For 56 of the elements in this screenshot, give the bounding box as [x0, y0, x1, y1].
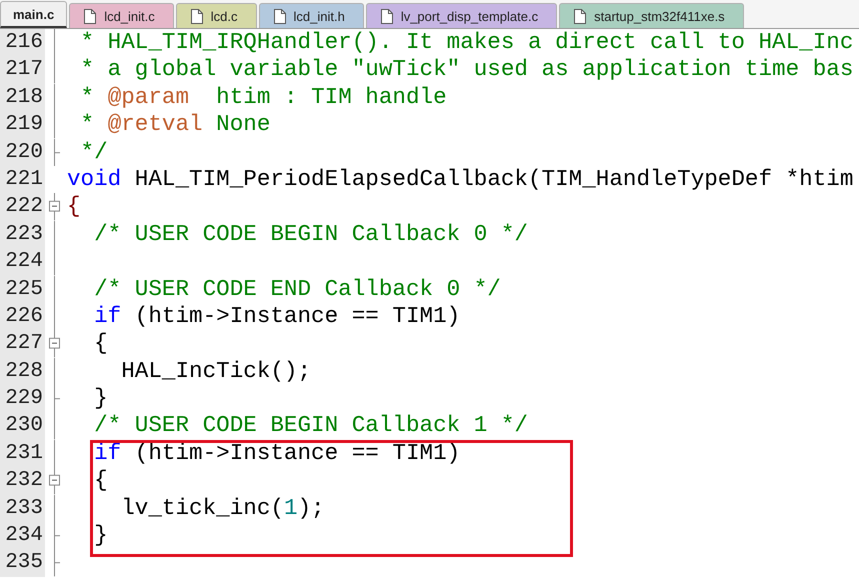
- line-number: 232: [0, 467, 45, 495]
- code-line: {: [66, 193, 81, 221]
- file-icon: [84, 8, 96, 24]
- line-number: 231: [0, 440, 45, 468]
- line-number: 221: [0, 166, 45, 194]
- line-number: 217: [0, 56, 45, 84]
- line-number: 225: [0, 276, 45, 303]
- line-number: 224: [0, 248, 45, 276]
- code-line: * a global variable "uwTick" used as application time bas: [80, 56, 854, 84]
- fold-guide-line: [54, 358, 55, 386]
- file-tab[interactable]: lv_port_disp_template.c: [366, 3, 558, 28]
- fold-guide-line: [54, 494, 55, 522]
- line-number: 234: [0, 522, 45, 550]
- file-icon: [190, 8, 203, 24]
- line-number: 220: [0, 138, 45, 166]
- code-line: /* USER CODE END Callback 0 */: [93, 276, 501, 303]
- file-icon: [574, 8, 586, 24]
- line-number: 216: [0, 29, 45, 56]
- fold-toggle-icon[interactable]: [49, 330, 60, 358]
- code-line: /* USER CODE BEGIN Callback 0 */: [93, 220, 528, 248]
- file-tab[interactable]: lcd.c: [176, 3, 256, 28]
- code-line: if (htim->Instance == TIM1): [93, 440, 460, 468]
- code-line: * HAL_TIM_IRQHandler(). It makes a direct call to HAL_Inc: [80, 29, 854, 56]
- code-line: HAL_IncTick();: [120, 358, 312, 386]
- fold-toggle-icon[interactable]: [49, 193, 60, 221]
- code-line: */: [80, 138, 108, 166]
- line-number: 218: [0, 84, 45, 112]
- code-line: {: [93, 330, 108, 358]
- file-tab[interactable]: lcd_init.c: [69, 3, 174, 28]
- fold-end-marker: [54, 385, 60, 412]
- file-tab[interactable]: main.c: [0, 1, 68, 28]
- line-number: 222: [0, 193, 45, 221]
- line-number: 219: [0, 111, 45, 139]
- line-number: 228: [0, 358, 45, 386]
- line-number: 233: [0, 494, 45, 522]
- line-number: 230: [0, 412, 45, 440]
- code-line: }: [93, 522, 108, 550]
- code-line: * @retval None: [80, 111, 270, 139]
- line-number: 227: [0, 330, 45, 358]
- line-number: 235: [0, 549, 45, 577]
- code-line: lv_tick_inc(1);: [120, 494, 325, 522]
- fold-end-marker: [54, 138, 60, 166]
- file-tab[interactable]: startup_stm32f411xe.s: [559, 3, 744, 28]
- code-line: if (htim->Instance == TIM1): [93, 302, 460, 330]
- file-icon: [380, 8, 393, 24]
- line-number: 223: [0, 220, 45, 248]
- code-line: * @param htim : TIM handle: [80, 84, 447, 112]
- code-line: }: [93, 385, 108, 412]
- line-number: 226: [0, 302, 45, 330]
- code-line: void HAL_TIM_PeriodElapsedCallback(TIM_HandleTypeDef *htim: [66, 166, 854, 194]
- code-line: {: [93, 467, 108, 495]
- line-number: 229: [0, 385, 45, 412]
- code-line: /* USER CODE BEGIN Callback 1 */: [93, 412, 528, 440]
- file-icon: [274, 8, 286, 24]
- fold-toggle-icon[interactable]: [49, 467, 60, 495]
- file-tab[interactable]: lcd_init.h: [258, 3, 364, 28]
